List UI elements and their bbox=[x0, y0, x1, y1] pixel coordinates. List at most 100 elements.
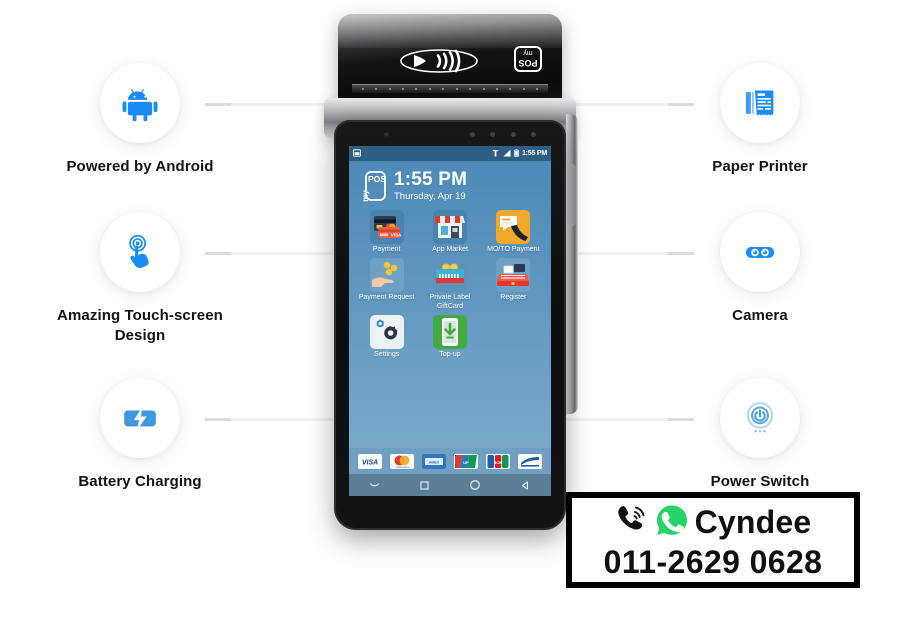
payment-cards-icon: VISA bbox=[369, 210, 404, 244]
touchscreen[interactable]: 1:55 PM POS my 1:55 PM Thursday, Apr 19 … bbox=[349, 146, 551, 496]
android-icon bbox=[120, 83, 160, 123]
android-nav-bar bbox=[349, 474, 551, 496]
nfc-contactless-icon bbox=[400, 48, 478, 74]
camera-icon-badge bbox=[720, 212, 800, 292]
svg-text:VISA: VISA bbox=[390, 233, 401, 238]
card-logo-mastercard: mastercard bbox=[390, 453, 414, 469]
app-icon-payment-request[interactable]: Payment Request bbox=[355, 258, 418, 311]
feature-touchscreen-design[interactable]: Amazing Touch-screen Design bbox=[40, 212, 240, 347]
battery-charging-icon-badge bbox=[100, 378, 180, 458]
vibrate-icon bbox=[492, 149, 499, 159]
power-button-hardware[interactable] bbox=[567, 164, 576, 226]
paper-tear-strip bbox=[352, 84, 548, 93]
feature-powered-by-android[interactable]: Powered by Android bbox=[40, 63, 240, 177]
device-right-edge bbox=[566, 114, 578, 414]
printer-lid: POS my bbox=[338, 14, 562, 106]
app-label: Payment Request bbox=[358, 294, 415, 302]
app-label: App Market bbox=[432, 246, 468, 253]
hide-keyboard-icon[interactable] bbox=[369, 480, 380, 491]
app-icon-register[interactable]: Register bbox=[482, 258, 545, 311]
contact-phone-number: 011-2629 0628 bbox=[603, 543, 823, 580]
clock-date: Thursday, Apr 19 bbox=[394, 191, 466, 203]
receipt-printer-icon bbox=[740, 83, 780, 123]
power-switch-icon-badge bbox=[720, 378, 800, 458]
mypos-widget-logo: POS my bbox=[361, 170, 387, 202]
app-icon-settings[interactable]: Settings bbox=[355, 315, 418, 359]
register-cash-icon bbox=[496, 258, 531, 293]
svg-text:my: my bbox=[361, 190, 370, 202]
payment-request-hand-coins-icon bbox=[369, 258, 404, 293]
camera-icon bbox=[740, 232, 780, 272]
speaker-grille bbox=[470, 132, 536, 137]
home-circle-icon[interactable] bbox=[469, 479, 481, 491]
svg-text:POS: POS bbox=[368, 174, 386, 184]
svg-text:mastercard: mastercard bbox=[396, 465, 410, 469]
android-icon-badge bbox=[100, 63, 180, 143]
card-schemes-strip: VISA mastercard AMEX UP JCB bbox=[349, 448, 551, 474]
front-camera-lens bbox=[384, 132, 389, 137]
app-label: Top-up bbox=[439, 351, 461, 359]
battery-charging-icon bbox=[120, 398, 160, 438]
feature-paper-printer[interactable]: Paper Printer bbox=[660, 63, 860, 177]
moto-payment-phone-icon bbox=[496, 210, 531, 244]
app-icon-payment[interactable]: VISA Payment bbox=[355, 210, 418, 254]
app-grid: VISA Payment App Market MO/TO Payment Pa… bbox=[355, 210, 545, 360]
signal-icon bbox=[502, 148, 511, 159]
feature-camera[interactable]: Camera bbox=[660, 212, 860, 326]
card-logo-maestro bbox=[518, 453, 542, 469]
feature-label: Battery Charging bbox=[78, 473, 202, 490]
pos-terminal-device: POS my 1:55 PM POS my 1:55 PM Thursday, … bbox=[318, 14, 582, 544]
svg-text:my: my bbox=[523, 49, 533, 56]
app-label: Payment bbox=[372, 246, 401, 253]
app-icon-app-market[interactable]: App Market bbox=[418, 210, 481, 254]
clock-widget[interactable]: POS my 1:55 PM Thursday, Apr 19 bbox=[355, 167, 545, 210]
status-bar-clock: 1:55 PM bbox=[521, 150, 547, 157]
card-logo-visa: VISA bbox=[358, 453, 382, 469]
card-logo-jcb: JCB bbox=[486, 453, 510, 469]
lid-highlight bbox=[338, 14, 562, 48]
feature-label: Power Switch bbox=[710, 473, 810, 490]
home-screen: POS my 1:55 PM Thursday, Apr 19 VISA Pay… bbox=[349, 161, 551, 448]
power-switch-icon bbox=[739, 397, 781, 439]
app-icon-moto-payment[interactable]: MO/TO Payment bbox=[482, 210, 545, 254]
back-triangle-icon[interactable] bbox=[520, 480, 531, 491]
topup-download-icon bbox=[432, 315, 467, 350]
device-front-body: 1:55 PM POS my 1:55 PM Thursday, Apr 19 … bbox=[334, 120, 566, 530]
battery-icon bbox=[513, 148, 519, 159]
giftcard-icon bbox=[432, 258, 467, 293]
app-label: MO/TO Payment bbox=[487, 246, 540, 253]
mypos-logo: POS my bbox=[510, 44, 546, 74]
feature-battery-charging[interactable]: Battery Charging bbox=[40, 378, 240, 492]
feature-label: Camera bbox=[732, 307, 788, 324]
svg-text:UP: UP bbox=[463, 460, 469, 465]
svg-text:AMEX: AMEX bbox=[429, 460, 440, 464]
app-icon-topup[interactable]: Top-up bbox=[418, 315, 481, 359]
touch-gesture-icon bbox=[121, 233, 159, 271]
app-label: Register bbox=[500, 294, 527, 302]
contact-name: Cyndee bbox=[694, 504, 812, 540]
whatsapp-icon bbox=[655, 503, 689, 542]
svg-text:POS: POS bbox=[518, 58, 537, 68]
clock-time: 1:55 PM bbox=[394, 169, 468, 191]
feature-power-switch[interactable]: Power Switch bbox=[660, 378, 860, 492]
screenshot-icon bbox=[353, 148, 361, 159]
status-bar: 1:55 PM bbox=[349, 146, 551, 161]
poster-canvas: Powered by Android Amazing Touch-screen … bbox=[0, 0, 900, 621]
feature-label: Powered by Android bbox=[66, 158, 214, 175]
recents-square-icon[interactable] bbox=[419, 480, 430, 491]
receipt-printer-icon-badge bbox=[720, 63, 800, 143]
contact-banner: Cyndee 011-2629 0628 bbox=[566, 492, 860, 588]
feature-label: Paper Printer bbox=[712, 158, 808, 175]
svg-text:VISA: VISA bbox=[362, 459, 378, 466]
app-label: Settings bbox=[374, 351, 400, 359]
phone-ringing-icon bbox=[615, 503, 649, 542]
card-logo-amex: AMEX bbox=[422, 453, 446, 469]
touch-gesture-icon-badge bbox=[100, 212, 180, 292]
feature-label: Amazing Touch-screen Design bbox=[57, 307, 223, 345]
card-logo-unionpay: UP bbox=[454, 453, 478, 469]
settings-gears-icon bbox=[369, 315, 404, 350]
app-icon-giftcard[interactable]: Private Label GiftCard bbox=[418, 258, 481, 311]
svg-text:JCB: JCB bbox=[494, 460, 502, 465]
app-label: Private Label GiftCard bbox=[429, 294, 471, 310]
app-market-store-icon bbox=[432, 210, 467, 244]
